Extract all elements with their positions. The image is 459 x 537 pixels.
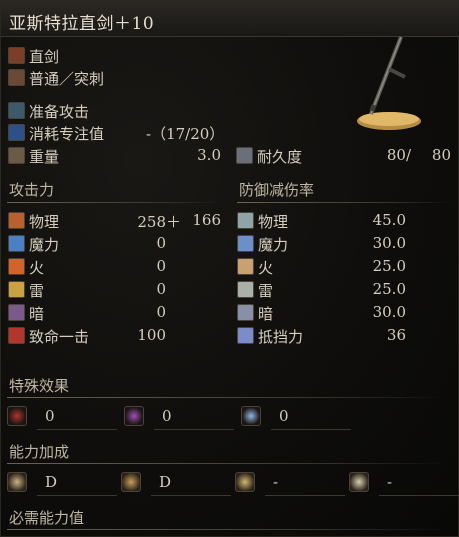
attack-divider — [7, 202, 222, 203]
weapon-name: 亚斯特拉直剑＋10 — [9, 14, 155, 34]
requirements-header: 必需能力值 — [9, 509, 85, 527]
sword-icon — [357, 36, 421, 130]
attack-stat-label: 魔力 — [29, 236, 60, 254]
frost-icon — [241, 406, 261, 426]
lightning-icon — [8, 281, 25, 298]
dark-defense-icon — [237, 304, 254, 321]
defense-stat-value: 45.0 — [372, 211, 406, 229]
attack-header: 攻击力 — [9, 181, 55, 199]
fp-cost-icon — [8, 124, 25, 141]
special-effects-header: 特殊效果 — [9, 377, 70, 395]
skill-name: 准备攻击 — [29, 103, 90, 121]
physical-icon — [8, 212, 25, 229]
intelligence-scaling-icon — [235, 472, 255, 492]
attack-stat-label: 致命一击 — [29, 328, 90, 346]
defense-stat-value: 30.0 — [372, 303, 406, 321]
attack-stat-value: 100 — [137, 326, 166, 344]
attack-type: 普通／突刺 — [29, 70, 105, 88]
attack-type-icon — [8, 69, 25, 86]
scaling-header: 能力加成 — [9, 443, 70, 461]
scaling-grade: - — [387, 473, 393, 491]
scaling-grade: - — [273, 473, 279, 491]
defense-stat-label: 雷 — [258, 282, 274, 300]
defense-divider — [237, 202, 452, 203]
defense-stat-value: 30.0 — [372, 234, 406, 252]
attack-stat-value: 258＋ — [137, 213, 181, 231]
attack-stat-value: 0 — [156, 234, 166, 252]
magic-defense-icon — [237, 235, 254, 252]
defense-stat-label: 暗 — [258, 305, 274, 323]
faith-scaling-icon — [349, 472, 369, 492]
lightning-defense-icon — [237, 281, 254, 298]
special-effect-value: 0 — [279, 407, 289, 425]
scaling-underline — [379, 495, 459, 496]
scaling-underline — [37, 495, 117, 496]
weapon-status-panel: 亚斯特拉直剑＋10 直剑 普通／突刺 准备攻击 消耗专注值 -（17/20） 重… — [0, 0, 459, 537]
special-effect-value: 0 — [45, 407, 55, 425]
special-effect-underline — [271, 429, 351, 430]
attack-stat-value: 0 — [156, 303, 166, 321]
bleed-icon — [7, 406, 27, 426]
poison-icon — [124, 406, 144, 426]
fp-cost-value: -（17/20） — [146, 125, 225, 143]
weapon-image — [341, 29, 441, 139]
special-effect-value: 0 — [162, 407, 172, 425]
dexterity-scaling-icon — [121, 472, 141, 492]
attack-stat-bonus: 166 — [192, 211, 221, 229]
weight-icon — [8, 147, 25, 164]
scaling-divider — [7, 463, 447, 464]
special-effect-underline — [154, 429, 234, 430]
durability-label: 耐久度 — [257, 148, 303, 166]
durability-max: 80 — [431, 146, 451, 164]
defense-stat-label: 抵挡力 — [258, 328, 304, 346]
critical-icon — [8, 327, 25, 344]
special-effects-divider — [7, 397, 447, 398]
scaling-underline — [151, 495, 231, 496]
strength-scaling-icon — [7, 472, 27, 492]
defense-stat-label: 魔力 — [258, 236, 289, 254]
skill-icon — [8, 102, 25, 119]
special-effect-underline — [37, 429, 117, 430]
defense-stat-value: 25.0 — [372, 257, 406, 275]
weight-value: 3.0 — [197, 146, 221, 164]
durability-icon — [236, 147, 253, 164]
fire-defense-icon — [237, 258, 254, 275]
weight-label: 重量 — [29, 148, 60, 166]
attack-stat-value: 0 — [156, 257, 166, 275]
magic-icon — [8, 235, 25, 252]
stability-icon — [237, 327, 254, 344]
defense-stat-label: 火 — [258, 259, 274, 277]
defense-stat-value: 25.0 — [372, 280, 406, 298]
dark-icon — [8, 304, 25, 321]
attack-stat-value: 0 — [156, 280, 166, 298]
scaling-grade: D — [159, 473, 172, 491]
attack-stat-label: 暗 — [29, 305, 45, 323]
requirements-divider — [7, 529, 447, 530]
fire-icon — [8, 258, 25, 275]
defense-stat-value: 36 — [386, 326, 406, 344]
weapon-type: 直剑 — [29, 48, 60, 66]
defense-stat-label: 物理 — [258, 213, 289, 231]
scaling-grade: D — [45, 473, 58, 491]
attack-stat-label: 雷 — [29, 282, 45, 300]
attack-stat-label: 物理 — [29, 213, 60, 231]
physical-defense-icon — [237, 212, 254, 229]
defense-header: 防御减伤率 — [239, 181, 315, 199]
fp-cost-label: 消耗专注值 — [29, 125, 105, 143]
durability-value: 80/ — [386, 146, 411, 164]
weapon-type-icon — [8, 47, 25, 64]
attack-stat-label: 火 — [29, 259, 45, 277]
scaling-underline — [265, 495, 345, 496]
